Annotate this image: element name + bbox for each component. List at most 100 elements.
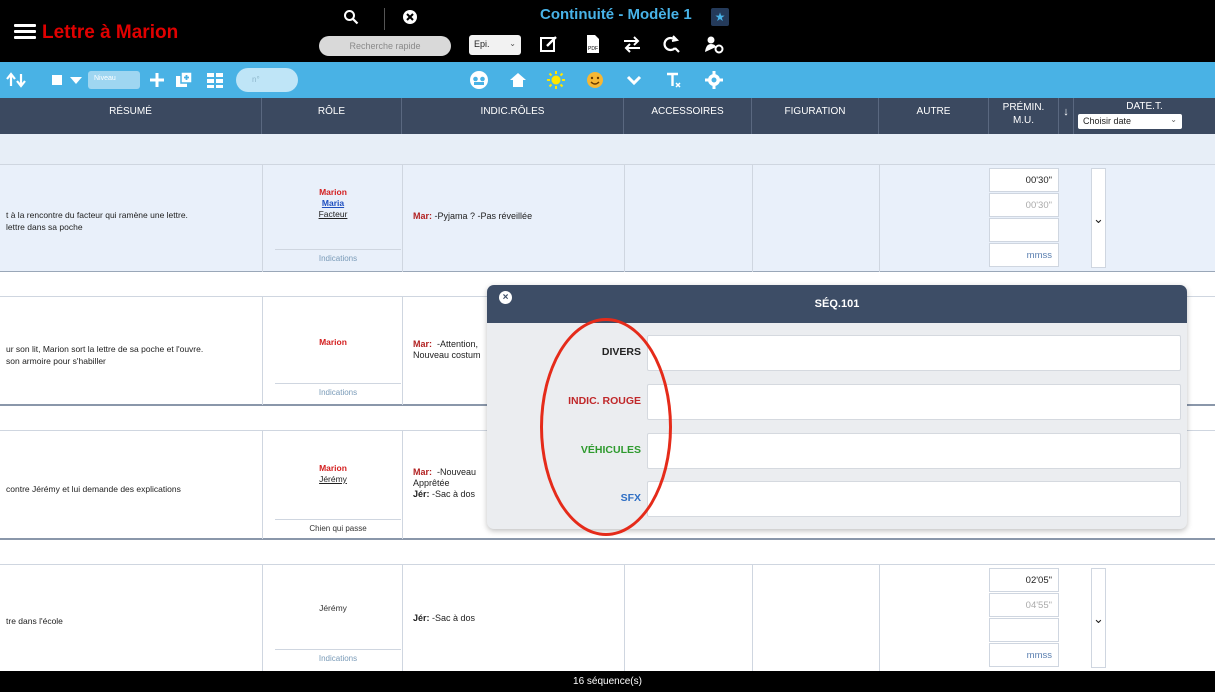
select-box-icon[interactable]: [48, 70, 68, 90]
level-select[interactable]: Niveau: [88, 71, 140, 89]
row-resume: contre Jérémy et lui demande des explica…: [6, 483, 181, 495]
add-icon[interactable]: [147, 70, 167, 90]
time-format[interactable]: mmss: [989, 643, 1059, 667]
grid-view-icon[interactable]: [205, 70, 225, 90]
home-icon[interactable]: [508, 70, 528, 90]
col-autre[interactable]: AUTRE: [879, 98, 989, 134]
indic-text: Mar: -Nouveau Apprêtée Jér: -Sac à dos: [413, 467, 476, 500]
role-name[interactable]: Marion: [263, 463, 403, 474]
resume-line: contre Jérémy et lui demande des explica…: [6, 484, 181, 494]
row-autre-cell[interactable]: [879, 565, 989, 672]
row-indic-cell[interactable]: Mar: -Pyjama ? -Pas réveillée: [402, 165, 624, 272]
sfx-input[interactable]: [647, 481, 1181, 517]
premin-time[interactable]: 02'05": [989, 568, 1059, 592]
date-select[interactable]: Choisir date ⌄: [1078, 114, 1182, 129]
resume-line: tre dans l'école: [6, 616, 63, 626]
role-name[interactable]: Jérémy: [263, 474, 403, 485]
indic-label: Mar:: [413, 211, 433, 221]
role-indications[interactable]: Chien qui passe: [275, 519, 401, 533]
gear-icon[interactable]: [704, 70, 724, 90]
role-name[interactable]: Jérémy: [263, 603, 403, 614]
mu-time[interactable]: 00'30": [989, 193, 1059, 217]
quick-search-input[interactable]: [319, 36, 451, 56]
pdf-icon[interactable]: PDF: [582, 33, 604, 55]
number-field[interactable]: n°: [236, 68, 298, 92]
premin-time[interactable]: 00'30": [989, 168, 1059, 192]
row-autre-cell[interactable]: [879, 165, 989, 272]
mu-time[interactable]: 04'55": [989, 593, 1059, 617]
col-figuration[interactable]: FIGURATION: [752, 98, 879, 134]
divider: [384, 8, 385, 30]
row-role-cell[interactable]: Marion Maria Facteur Indications: [262, 165, 402, 272]
move-up-down-icon[interactable]: [6, 70, 26, 90]
row-gap: [0, 540, 1215, 564]
col-resume[interactable]: RÉSUMÉ: [0, 98, 262, 134]
group-icon[interactable]: [469, 70, 489, 90]
episode-select[interactable]: Epi. ⌄: [469, 35, 521, 55]
col-role[interactable]: RÔLE: [262, 98, 402, 134]
menu-icon[interactable]: [14, 24, 36, 40]
favorite-star-icon[interactable]: ★: [711, 8, 729, 26]
col-premin[interactable]: PRÉMIN. M.U.: [989, 98, 1059, 134]
row-role-cell[interactable]: Jérémy Indications: [262, 565, 402, 672]
time-empty[interactable]: [989, 218, 1059, 242]
expand-chevron-icon[interactable]: ⌄: [1091, 168, 1106, 268]
row-role-cell[interactable]: Marion Jérémy Chien qui passe: [262, 431, 402, 539]
sun-icon[interactable]: [546, 70, 566, 90]
indic-text: Mar: -Attention, Nouveau costum: [413, 339, 481, 361]
role-name[interactable]: Marion: [263, 337, 403, 348]
search-refresh-icon[interactable]: [660, 33, 682, 55]
clear-format-icon[interactable]: [663, 70, 683, 90]
row-accessoires-cell[interactable]: [624, 165, 752, 272]
indic-rouge-input[interactable]: [647, 384, 1181, 420]
row-figuration-cell[interactable]: [752, 565, 879, 672]
model-title: Continuité - Modèle 1: [540, 6, 692, 23]
col-premin-line1: PRÉMIN.: [1002, 102, 1045, 113]
role-name[interactable]: Facteur: [263, 209, 403, 220]
sequence-count: 16 séquence(s): [0, 671, 1215, 692]
indic-label: Mar:: [413, 467, 433, 477]
resume-line: t à la rencontre du facteur qui ramène u…: [6, 210, 188, 220]
sort-down-arrow-icon[interactable]: ↓: [1059, 98, 1074, 134]
edit-icon[interactable]: [538, 33, 560, 55]
divers-input[interactable]: [647, 335, 1181, 371]
time-empty[interactable]: [989, 618, 1059, 642]
role-indications[interactable]: Indications: [275, 649, 401, 663]
indic-text: Mar: -Pyjama ? -Pas réveillée: [413, 211, 532, 222]
row-accessoires-cell[interactable]: [624, 565, 752, 672]
role-indications[interactable]: Indications: [275, 249, 401, 263]
row-resume: ur son lit, Marion sort la lettre de sa …: [6, 343, 203, 367]
close-icon[interactable]: ×: [499, 291, 512, 304]
time-format[interactable]: mmss: [989, 243, 1059, 267]
col-indic-roles[interactable]: INDIC.RÔLES: [402, 98, 624, 134]
resume-line: son armoire pour s'habiller: [6, 356, 106, 366]
row-figuration-cell[interactable]: [752, 165, 879, 272]
search-icon[interactable]: [343, 9, 359, 25]
chevron-down-icon[interactable]: [624, 70, 644, 90]
indic-value: -Sac à dos: [432, 489, 476, 499]
indic-value: -Sac à dos: [432, 613, 476, 623]
group-separator: [0, 134, 1215, 164]
role-indications[interactable]: Indications: [275, 383, 401, 397]
indic-value: -Nouveau: [437, 467, 477, 477]
col-accessoires[interactable]: ACCESSOIRES: [624, 98, 752, 134]
app-title: Lettre à Marion: [42, 22, 179, 43]
clear-search-icon[interactable]: [402, 9, 418, 25]
role-name[interactable]: Maria: [263, 198, 403, 209]
popup-header: × SÉQ.101: [487, 285, 1187, 323]
table-row[interactable]: tre dans l'école Jérémy Indications Jér:…: [0, 564, 1215, 672]
expand-chevron-icon[interactable]: ⌄: [1091, 568, 1106, 668]
vehicules-input[interactable]: [647, 433, 1181, 469]
duplicate-icon[interactable]: [174, 70, 194, 90]
swap-arrows-icon[interactable]: [621, 33, 643, 55]
popup-title: SÉQ.101: [814, 298, 860, 310]
indic-value: Nouveau costum: [413, 350, 481, 360]
dropdown-triangle-icon[interactable]: [66, 70, 86, 90]
role-name[interactable]: Marion: [263, 187, 403, 198]
row-role-cell[interactable]: Marion Indications: [262, 297, 402, 405]
indic-text: Jér: -Sac à dos: [413, 613, 475, 624]
table-row[interactable]: t à la rencontre du facteur qui ramène u…: [0, 164, 1215, 272]
user-settings-icon[interactable]: [703, 33, 725, 55]
emoji-icon[interactable]: [585, 70, 605, 90]
row-indic-cell[interactable]: Jér: -Sac à dos: [402, 565, 624, 672]
